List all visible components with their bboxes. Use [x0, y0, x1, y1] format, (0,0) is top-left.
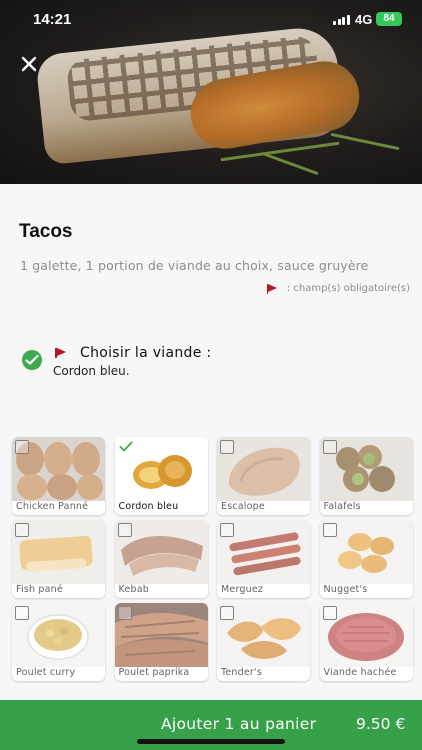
option-checkbox: [15, 440, 29, 454]
battery-icon: 84: [376, 12, 402, 26]
option-viande-hachee[interactable]: Viande hachée: [319, 603, 413, 681]
selected-check-icon: [119, 441, 132, 452]
option-label: Cordon bleu: [118, 501, 179, 512]
herb-garnish: [330, 132, 400, 151]
option-poulet-paprika[interactable]: Poulet paprika: [114, 603, 208, 681]
close-icon: [21, 56, 37, 72]
product-title: Tacos: [19, 221, 73, 242]
product-description: 1 galette, 1 portion de viande au choix,…: [20, 258, 369, 273]
option-checkbox: [15, 523, 29, 537]
option-checkbox: [15, 606, 29, 620]
option-checkbox: [117, 523, 132, 537]
option-checkbox: [322, 440, 337, 454]
option-cordon-bleu[interactable]: Cordon bleu: [114, 437, 208, 515]
option-checkbox: [220, 523, 234, 537]
check-circle-icon: [22, 350, 42, 370]
option-label: Chicken Panné: [16, 501, 89, 512]
status-time: 14:21: [33, 11, 72, 28]
option-label: Merguez: [221, 584, 264, 595]
status-bar: 14:21 4G 84: [0, 0, 422, 40]
option-label: Falafels: [323, 501, 361, 512]
required-flag-icon: [266, 283, 279, 294]
cart-price: 9.50 €: [356, 715, 406, 733]
battery-level: 84: [383, 13, 395, 24]
option-checkbox: [322, 523, 337, 537]
option-checkbox: [322, 606, 337, 620]
option-label: Fish pané: [16, 584, 63, 595]
required-fields-note: : champ(s) obligatoire(s): [266, 283, 410, 294]
option-tenders[interactable]: Tender's: [217, 603, 310, 681]
home-indicator[interactable]: [137, 739, 285, 744]
product-details: Tacos 1 galette, 1 portion de viande au …: [0, 184, 422, 700]
option-label: Kebab: [118, 584, 149, 595]
option-falafels[interactable]: Falafels: [319, 437, 413, 515]
option-checkbox: [117, 606, 132, 620]
option-label: Tender's: [221, 667, 262, 678]
close-button[interactable]: [17, 52, 41, 76]
option-label: Poulet curry: [16, 667, 76, 678]
option-label: Nugget's: [323, 584, 368, 595]
meat-choice-title: Choisir la viande :: [80, 345, 212, 361]
option-poulet-curry[interactable]: Poulet curry: [12, 603, 105, 681]
option-kebab[interactable]: Kebab: [114, 520, 208, 598]
option-label: Viande hachée: [323, 667, 397, 678]
signal-icon: [333, 15, 350, 25]
option-escalope[interactable]: Escalope: [217, 437, 310, 515]
option-checkbox: [220, 440, 234, 454]
option-nuggets[interactable]: Nugget's: [319, 520, 413, 598]
option-chicken-panne[interactable]: Chicken Panné: [12, 437, 105, 515]
add-to-cart-label: Ajouter 1 au panier: [161, 715, 317, 733]
meat-choice-value: Cordon bleu.: [53, 364, 130, 378]
required-note-text: : champ(s) obligatoire(s): [286, 283, 410, 294]
option-merguez[interactable]: Merguez: [217, 520, 310, 598]
option-fish-pane[interactable]: Fish pané: [12, 520, 105, 598]
option-label: Poulet paprika: [118, 667, 190, 678]
herb-garnish: [261, 151, 319, 176]
option-label: Escalope: [221, 501, 265, 512]
meat-options-grid: Chicken Panné Cordon bleu Escalope Falaf…: [12, 437, 413, 681]
required-flag-icon: [55, 348, 67, 358]
option-checkbox: [220, 606, 234, 620]
network-type: 4G: [355, 12, 373, 27]
meat-choice-section[interactable]: Choisir la viande : Cordon bleu.: [22, 345, 402, 385]
